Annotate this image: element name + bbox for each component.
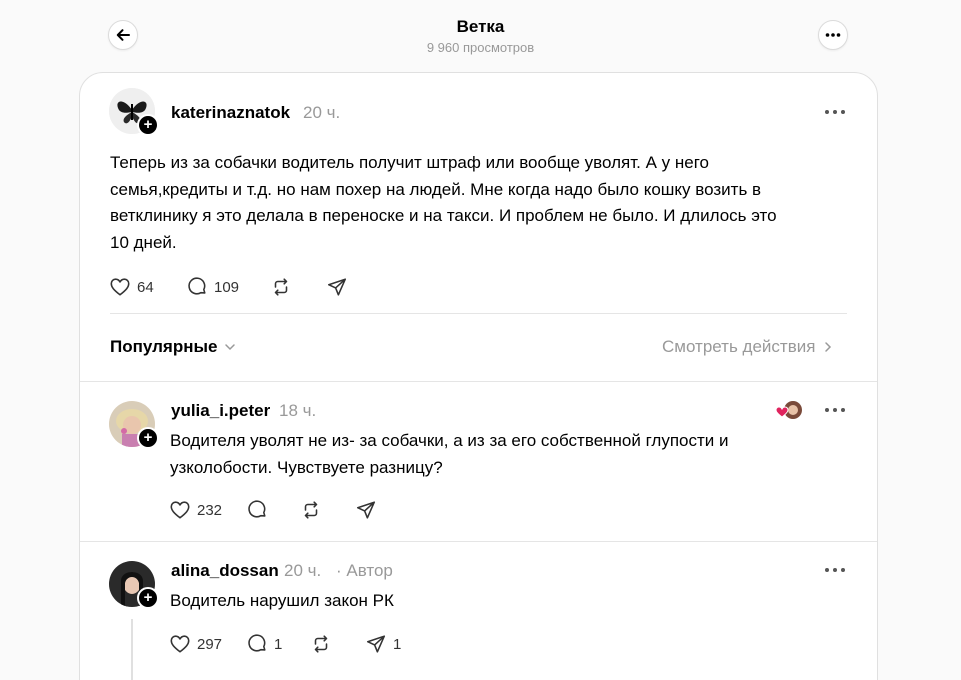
author-tag: · Автор (336, 561, 393, 580)
divider (110, 313, 847, 314)
like-button[interactable]: 64 (109, 275, 154, 299)
reply-actions: 232 (169, 498, 429, 522)
like-button[interactable]: 232 (169, 498, 222, 522)
header-more-button[interactable] (818, 20, 848, 50)
more-horizontal-icon (825, 33, 841, 37)
reply-count: 109 (214, 278, 240, 296)
comment-icon (248, 500, 266, 518)
repost-icon (274, 278, 288, 296)
send-icon (366, 635, 386, 653)
reply-post: + yulia_i.peter 18 ч. Водителя уволят не… (80, 381, 879, 541)
share-button[interactable]: 1 (365, 632, 401, 656)
page-title: Ветка (456, 17, 505, 36)
reply-time[interactable]: 18 ч. (279, 401, 316, 421)
send-icon (327, 278, 347, 296)
share-button[interactable] (326, 275, 348, 299)
chevron-right-icon (825, 342, 832, 352)
send-icon (356, 501, 376, 519)
view-activity-link[interactable]: Смотреть действия (662, 337, 835, 357)
reply-button[interactable]: 1 (246, 632, 282, 656)
reply-time[interactable]: 20 ч. (284, 561, 321, 581)
repost-button[interactable] (300, 498, 322, 522)
share-count: 1 (393, 635, 402, 653)
post-actions: 64 109 (109, 275, 409, 299)
repost-button[interactable] (310, 632, 332, 656)
post-username[interactable]: katerinaznatok (171, 103, 290, 123)
follow-plus-button[interactable]: + (137, 114, 159, 136)
share-button[interactable] (355, 498, 377, 522)
like-button[interactable]: 297 (169, 632, 222, 656)
post-time[interactable]: 20 ч. (303, 103, 340, 123)
heart-icon (170, 635, 190, 653)
heart-avatar-icon (775, 401, 802, 419)
heart-icon (110, 278, 130, 296)
comment-icon (248, 634, 266, 652)
post-more-icon[interactable] (823, 107, 847, 117)
reply-actions: 297 1 1 (169, 632, 469, 656)
reply-text: Водителя уволят не из- за собачки, а из … (170, 431, 729, 477)
post-more-icon[interactable] (823, 405, 847, 415)
sort-label: Популярные (110, 337, 218, 356)
reply-text: Водитель нарушил закон РК (170, 591, 394, 610)
reply-post: + alina_dossan 20 ч. · Автор Водитель на… (80, 541, 879, 680)
repost-icon (314, 635, 328, 653)
main-post: + katerinaznatok 20 ч. Теперь из за соба… (80, 73, 879, 313)
follow-plus-button[interactable]: + (137, 427, 159, 449)
post-more-icon[interactable] (823, 565, 847, 575)
liked-by-author-badge[interactable] (775, 400, 805, 422)
thread-header: Ветка 9 960 просмотров (0, 0, 961, 70)
reply-count: 1 (274, 635, 283, 653)
view-count: 9 960 просмотров (426, 40, 535, 55)
heart-icon (170, 501, 190, 519)
follow-plus-button[interactable]: + (137, 587, 159, 609)
like-count: 297 (197, 635, 223, 653)
reply-button[interactable]: 109 (186, 275, 239, 299)
sort-dropdown[interactable]: Популярные (110, 337, 237, 357)
post-text: Теперь из за собачки водитель получит шт… (110, 153, 777, 252)
repost-button[interactable] (270, 275, 292, 299)
reply-username[interactable]: alina_dossan (171, 561, 279, 581)
comment-icon (188, 277, 206, 295)
like-count: 232 (197, 501, 223, 519)
thread-card: + katerinaznatok 20 ч. Теперь из за соба… (79, 72, 878, 680)
like-count: 64 (137, 278, 154, 296)
repost-icon (304, 501, 318, 519)
chevron-down-icon (225, 344, 236, 351)
thread-line (131, 619, 133, 680)
reply-username[interactable]: yulia_i.peter (171, 401, 270, 421)
activity-label: Смотреть действия (662, 337, 816, 356)
reply-button[interactable] (246, 498, 268, 522)
